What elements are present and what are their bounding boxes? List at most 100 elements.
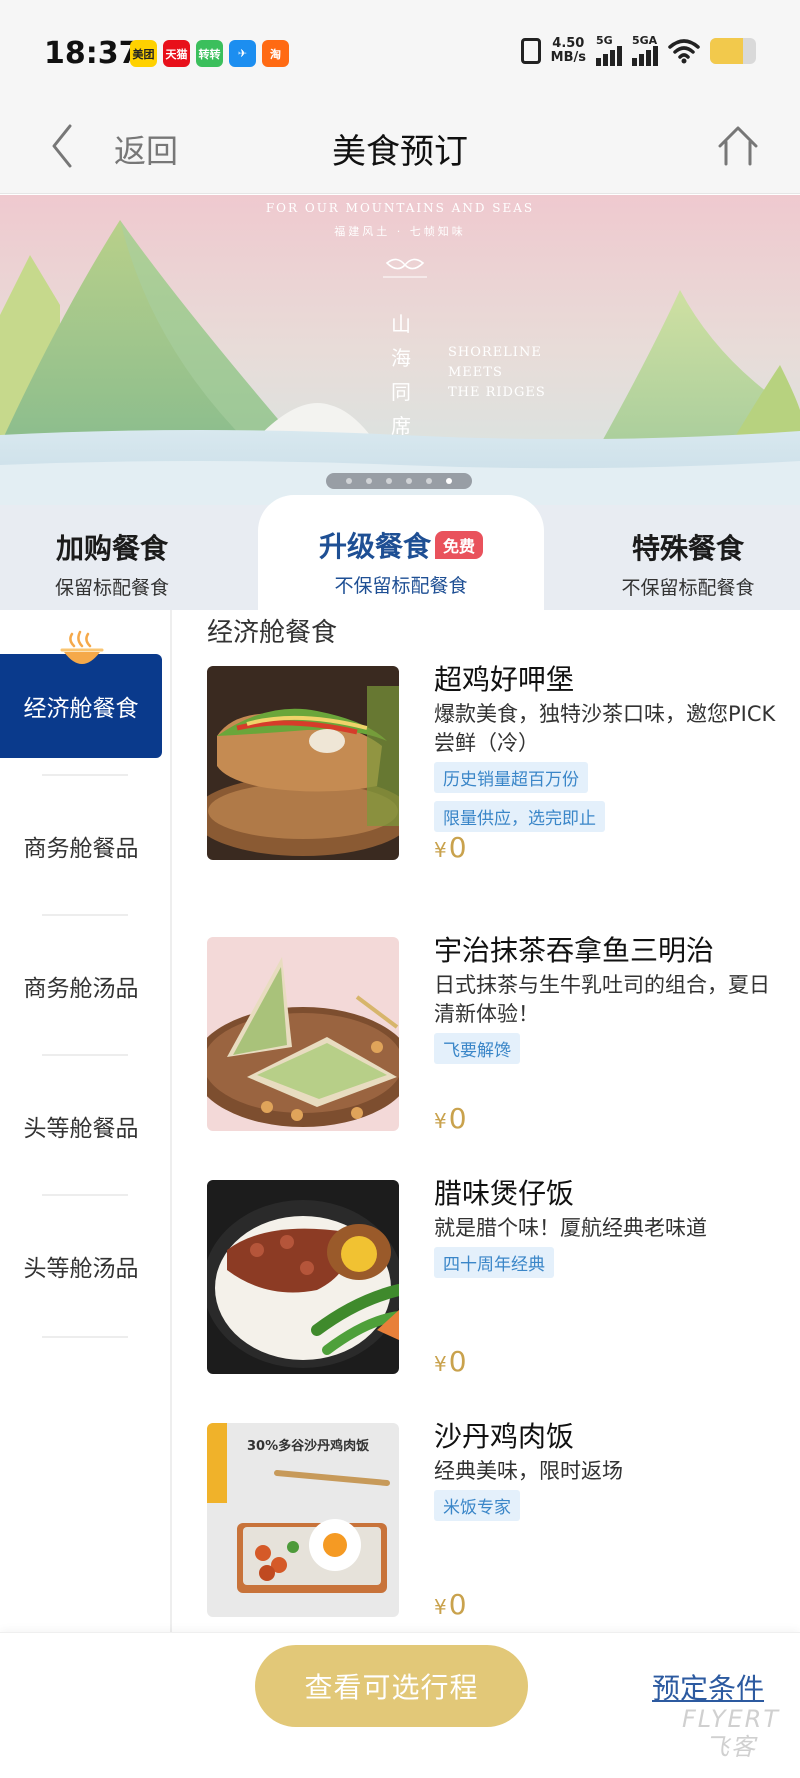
banner-char-1: 山 bbox=[391, 312, 411, 336]
signal-5ga-icon: 5GA bbox=[632, 34, 658, 66]
tab-add-on-meal-subtitle: 保留标配餐食 bbox=[54, 577, 169, 599]
meal-type-tabs: 加购餐食 保留标配餐食 升级餐食 免费 不保留标配餐食 特殊餐食 不保留标配餐食 bbox=[0, 495, 800, 610]
home-icon[interactable] bbox=[716, 122, 760, 170]
meal-description: 经典美味，限时返场 bbox=[434, 1459, 623, 1483]
meal-price: ¥0 bbox=[434, 1102, 467, 1135]
meal-name: 腊味煲仔饭 bbox=[434, 1177, 575, 1210]
meal-card[interactable]: 腊味煲仔饭 就是腊个味！厦航经典老味道 四十周年经典 ¥0 bbox=[207, 1177, 777, 1378]
meal-image-claypot-rice[interactable] bbox=[207, 1180, 399, 1374]
meal-image-sandwich[interactable] bbox=[207, 937, 399, 1131]
section-title: 经济舱餐食 bbox=[207, 618, 338, 648]
currency-symbol: ¥ bbox=[434, 1352, 447, 1376]
banner-vertical-title: 山 海 同 席 bbox=[386, 307, 416, 443]
signal-5ga-label: 5GA bbox=[632, 34, 658, 47]
tab-special-meal-subtitle: 不保留标配餐食 bbox=[621, 577, 755, 599]
tab-add-on-meal[interactable]: 加购餐食 保留标配餐食 bbox=[0, 505, 224, 610]
flight-app-icon: ✈ bbox=[229, 40, 256, 67]
banner-char-4: 席 bbox=[391, 414, 411, 438]
meal-image-satay-chicken-rice[interactable]: 30%多谷沙丹鸡肉饭 bbox=[207, 1423, 399, 1617]
price-value: 0 bbox=[448, 1102, 467, 1135]
sidebar-item-first-class-meal[interactable]: 头等舱餐品 bbox=[0, 1074, 162, 1178]
banner-pager[interactable] bbox=[326, 473, 472, 489]
watermark-en: FLYERT bbox=[681, 1705, 780, 1733]
taobao-app-icon: 淘 bbox=[262, 40, 289, 67]
meal-info: 沙丹鸡肉饭 经典美味，限时返场 米饭专家 bbox=[434, 1420, 777, 1529]
price-value: 0 bbox=[448, 831, 467, 864]
pager-dot[interactable] bbox=[406, 478, 412, 484]
network-speed: 4.50 MB/s bbox=[551, 37, 586, 65]
price-value: 0 bbox=[448, 1588, 467, 1621]
banner-char-3: 同 bbox=[391, 380, 411, 404]
sidebar-divider bbox=[42, 1054, 128, 1056]
sidebar-divider bbox=[42, 914, 128, 916]
meal-name: 沙丹鸡肉饭 bbox=[434, 1420, 575, 1453]
banner-english-line-2: MEETS bbox=[448, 365, 503, 380]
battery-level-fill bbox=[710, 38, 744, 64]
banner-logo-icon bbox=[383, 258, 427, 278]
meituan-app-icon: 美团 bbox=[130, 40, 157, 67]
bottom-action-bar: 查看可选行程 预定条件 FLYERT 飞客 bbox=[0, 1632, 800, 1778]
battery-icon bbox=[710, 38, 756, 64]
view-itineraries-button[interactable]: 查看可选行程 bbox=[255, 1645, 528, 1727]
status-bar: 18:37 美团 天猫 转转 ✈ 淘 4.50 MB/s 5G 5GA bbox=[0, 0, 800, 100]
promo-banner[interactable]: FOR OUR MOUNTAINS AND SEAS 福建风土 · 七帧知味 山… bbox=[0, 195, 800, 505]
meal-image-burger[interactable] bbox=[207, 666, 399, 860]
pager-dot[interactable] bbox=[366, 478, 372, 484]
sidebar-item-first-class-soup[interactable]: 头等舱汤品 bbox=[0, 1214, 162, 1318]
banner-headline: FOR OUR MOUNTAINS AND SEAS bbox=[265, 201, 535, 215]
meal-tag: 限量供应，选完即止 bbox=[434, 801, 605, 832]
signal-5g-icon: 5G bbox=[596, 34, 622, 66]
wifi-icon bbox=[668, 39, 700, 64]
sidebar-item-label: 商务舱餐品 bbox=[23, 836, 139, 862]
pager-dot[interactable] bbox=[426, 478, 432, 484]
signal-5g-label: 5G bbox=[596, 34, 613, 47]
meal-tag: 米饭专家 bbox=[434, 1490, 520, 1521]
watermark: FLYERT 飞客 bbox=[682, 1705, 780, 1761]
meal-price: ¥0 bbox=[434, 1588, 467, 1621]
meal-card[interactable]: 30%多谷沙丹鸡肉饭 沙丹鸡肉饭 经典美味，限时返场 米饭专家 ¥0 bbox=[207, 1420, 777, 1621]
meal-tags: 四十周年经典 bbox=[434, 1247, 777, 1286]
meal-image-caption: 30%多谷沙丹鸡肉饭 bbox=[247, 1439, 370, 1454]
watermark-cn: 飞客 bbox=[704, 1733, 757, 1761]
tab-special-meal-title: 特殊餐食 bbox=[631, 532, 744, 565]
meal-content: 经济舱餐食 商务舱餐品 商务舱汤品 头等舱餐品 头等舱汤品 经济舱餐食 超鸡好呷… bbox=[0, 610, 800, 1632]
meal-info: 腊味煲仔饭 就是腊个味！厦航经典老味道 四十周年经典 bbox=[434, 1177, 777, 1286]
meal-tags: 飞要解馋 bbox=[434, 1033, 777, 1072]
meal-card[interactable]: 超鸡好呷堡 爆款美食，独特沙茶口味，邀您PICK尝鲜（冷） 历史销量超百万份 限… bbox=[207, 663, 777, 864]
pager-dot[interactable] bbox=[446, 478, 452, 484]
price-value: 0 bbox=[448, 1345, 467, 1378]
tab-special-meal[interactable]: 特殊餐食 不保留标配餐食 bbox=[576, 505, 800, 610]
sidebar-item-business-meal[interactable]: 商务舱餐品 bbox=[0, 794, 162, 898]
meal-card[interactable]: 宇治抹茶吞拿鱼三明治 日式抹茶与生牛乳吐司的组合，夏日清新体验！ 飞要解馋 ¥0 bbox=[207, 934, 777, 1135]
currency-symbol: ¥ bbox=[434, 838, 447, 862]
meal-info: 宇治抹茶吞拿鱼三明治 日式抹茶与生牛乳吐司的组合，夏日清新体验！ 飞要解馋 bbox=[434, 934, 777, 1072]
meal-tag: 四十周年经典 bbox=[434, 1247, 554, 1278]
navigation-bar: 返回 美食预订 bbox=[0, 100, 800, 194]
currency-symbol: ¥ bbox=[434, 1109, 447, 1133]
tab-upgrade-meal-title: 升级餐食 bbox=[318, 530, 431, 563]
sidebar-divider bbox=[42, 774, 128, 776]
pager-dot[interactable] bbox=[346, 478, 352, 484]
meal-tags: 历史销量超百万份 限量供应，选完即止 bbox=[434, 762, 777, 840]
sidebar-divider bbox=[42, 1336, 128, 1338]
pager-dot[interactable] bbox=[386, 478, 392, 484]
meal-description: 爆款美食，独特沙茶口味，邀您PICK尝鲜（冷） bbox=[434, 702, 776, 755]
meal-info: 超鸡好呷堡 爆款美食，独特沙茶口味，邀您PICK尝鲜（冷） 历史销量超百万份 限… bbox=[434, 663, 777, 840]
network-speed-value: 4.50 bbox=[552, 36, 585, 51]
status-time: 18:37 bbox=[44, 36, 140, 71]
bowl-icon bbox=[60, 630, 104, 664]
free-badge: 免费 bbox=[435, 531, 484, 559]
meal-tags: 米饭专家 bbox=[434, 1490, 777, 1529]
sidebar-item-label: 头等舱餐品 bbox=[23, 1116, 139, 1142]
booking-conditions-link[interactable]: 预定条件 bbox=[652, 1667, 764, 1707]
tab-upgrade-meal[interactable]: 升级餐食 免费 不保留标配餐食 bbox=[258, 495, 544, 610]
banner-english-line-1: SHORELINE bbox=[448, 345, 542, 360]
banner-char-2: 海 bbox=[391, 346, 411, 370]
banner-subline: 福建风土 · 七帧知味 bbox=[334, 225, 466, 238]
banner-english-text: SHORELINE MEETS THE RIDGES bbox=[448, 343, 546, 403]
sidebar-item-label: 经济舱餐食 bbox=[23, 696, 139, 722]
sidebar-item-business-soup[interactable]: 商务舱汤品 bbox=[0, 934, 162, 1038]
zhuanzhuan-app-icon: 转转 bbox=[196, 40, 223, 67]
vibrate-icon bbox=[520, 38, 541, 64]
currency-symbol: ¥ bbox=[434, 1595, 447, 1619]
